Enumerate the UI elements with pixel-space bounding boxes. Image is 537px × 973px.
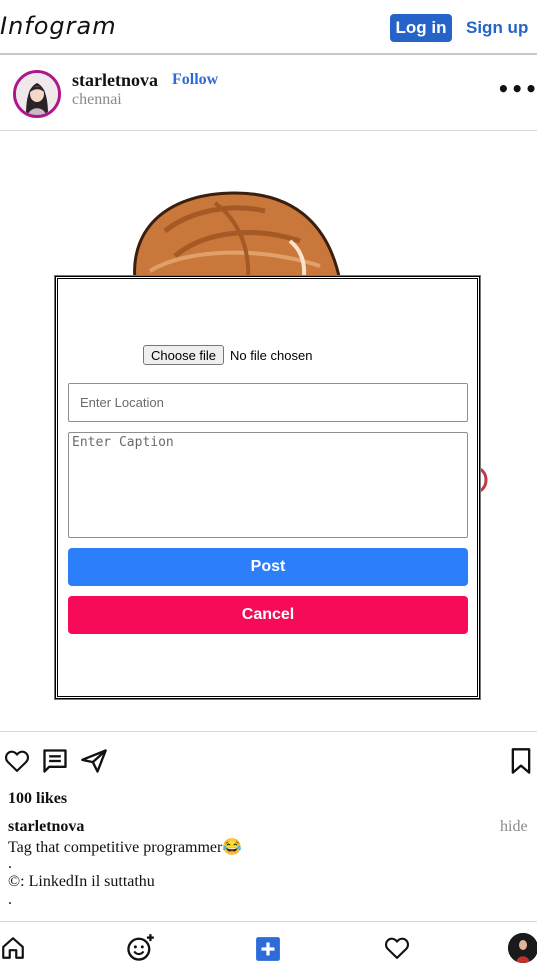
home-icon[interactable] [0, 935, 26, 961]
caption-line: . [8, 891, 12, 908]
caption-username[interactable]: starletnova [8, 818, 84, 836]
add-post-icon[interactable] [255, 936, 281, 962]
caption-line: . [8, 855, 12, 872]
post-location: chennai [72, 91, 122, 108]
comment-icon[interactable] [41, 747, 69, 775]
file-picker: Choose file No file chosen [143, 345, 312, 365]
top-navbar: Infogram Log in Sign up [0, 0, 537, 55]
add-emoji-icon[interactable] [125, 933, 155, 963]
likes-count: 100 likes [8, 790, 68, 807]
post-header: starletnova Follow chennai ••• [0, 55, 537, 131]
file-status: No file chosen [230, 348, 313, 363]
author-username[interactable]: starletnova [72, 70, 158, 91]
divider [0, 731, 537, 732]
more-options-button[interactable]: ••• [497, 77, 537, 101]
caption-line: ©: LinkedIn il suttathu [8, 873, 155, 890]
signup-button[interactable]: Sign up [466, 14, 528, 42]
login-button[interactable]: Log in [390, 14, 452, 42]
location-input[interactable] [68, 383, 468, 422]
hide-caption-link[interactable]: hide [500, 818, 528, 836]
caption-line: Tag that competitive programmer😂 [8, 839, 243, 856]
bottom-navbar [0, 921, 537, 973]
profile-avatar[interactable] [508, 933, 537, 963]
author-avatar[interactable] [13, 70, 61, 118]
post-button[interactable]: Post [68, 548, 468, 586]
heart-icon[interactable] [383, 934, 411, 962]
choose-file-button[interactable]: Choose file [143, 345, 225, 365]
caption-input[interactable] [68, 432, 468, 538]
cancel-button[interactable]: Cancel [68, 596, 468, 634]
create-post-modal: Choose file No file chosen Post Cancel [54, 275, 481, 700]
app-logo[interactable]: Infogram [0, 12, 117, 40]
send-icon[interactable] [80, 748, 108, 774]
heart-icon[interactable] [3, 747, 31, 775]
bookmark-icon[interactable] [509, 747, 533, 775]
follow-button[interactable]: Follow [172, 71, 218, 89]
